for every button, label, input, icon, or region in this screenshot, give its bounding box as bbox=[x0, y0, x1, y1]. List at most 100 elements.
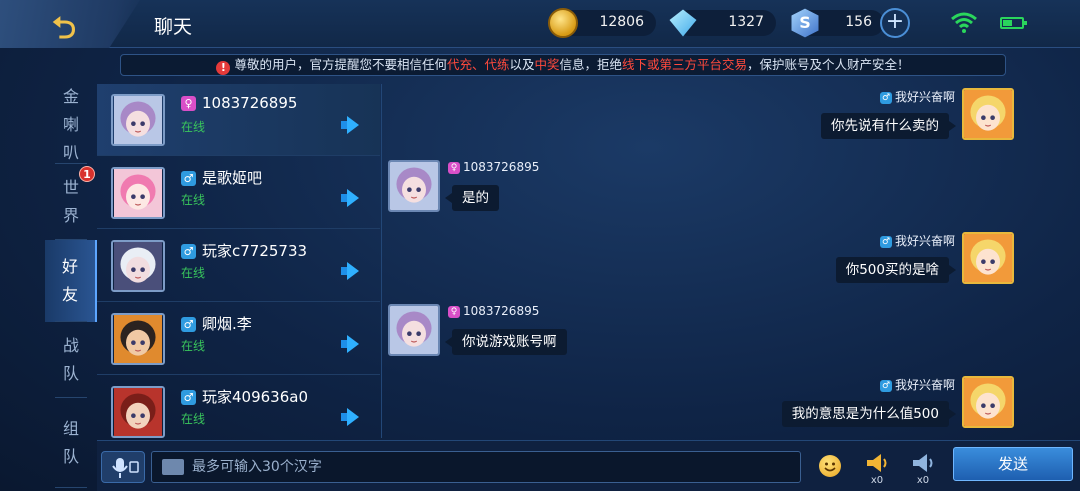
message-bubble[interactable]: 你说游戏账号啊 bbox=[445, 329, 567, 355]
female-icon: ♀ bbox=[448, 162, 460, 174]
diamond-counter: 1327 bbox=[669, 9, 776, 37]
tab-label-char: 组 bbox=[62, 419, 79, 438]
sender-name: 我好兴奋啊 bbox=[894, 378, 955, 392]
online-status: 在线 bbox=[181, 193, 206, 207]
message-bubble[interactable]: 你500买的是啥 bbox=[835, 257, 957, 283]
friend-row[interactable]: ♀ 1083726895 在线 bbox=[97, 84, 380, 156]
notice-highlight: 线下或第三方平台交易 bbox=[622, 57, 748, 72]
page-title: 聊天 bbox=[154, 16, 193, 38]
arrow-right-icon[interactable] bbox=[341, 116, 359, 134]
friend-name: ♂ 玩家c7725733 bbox=[181, 240, 307, 261]
friend-name-text: 玩家c7725733 bbox=[202, 242, 308, 260]
coupon-counter: S 156 bbox=[791, 8, 884, 38]
chat-avatar[interactable] bbox=[388, 304, 440, 356]
tab-label-char: 队 bbox=[62, 364, 79, 383]
tab-label-char: 世 bbox=[62, 178, 79, 197]
friend-name: ♂ 是歌姬吧 bbox=[181, 167, 262, 188]
microphone-icon bbox=[112, 458, 139, 478]
wifi-icon bbox=[951, 12, 977, 33]
blue-horn-icon bbox=[913, 454, 933, 472]
tab-label-char: 战 bbox=[62, 336, 79, 355]
arrow-right-icon[interactable] bbox=[341, 335, 359, 353]
emoji-button[interactable] bbox=[819, 455, 841, 477]
chat-avatar[interactable] bbox=[962, 232, 1014, 284]
tab-label-char: 喇 bbox=[62, 115, 79, 134]
friend-list: ♀ 1083726895 在线 ♂ 是歌姬吧 在线 ♂ 玩家c7725733 在线 ♂ 卿烟.李 在线… bbox=[97, 84, 380, 438]
smiley-icon bbox=[824, 462, 836, 472]
online-status: 在线 bbox=[181, 412, 206, 426]
message-bubble[interactable]: 是的 bbox=[445, 185, 499, 211]
message-sender: ♂ 我好兴奋啊 bbox=[879, 376, 955, 393]
tab-label-char: 友 bbox=[61, 285, 78, 304]
arrow-right-icon[interactable] bbox=[341, 408, 359, 426]
voice-input-button[interactable] bbox=[101, 451, 145, 483]
gold-horn-button[interactable]: x0 bbox=[863, 451, 891, 487]
male-icon: ♂ bbox=[879, 92, 892, 104]
tab-label-char: 金 bbox=[62, 87, 79, 106]
arrow-right-icon[interactable] bbox=[341, 189, 359, 207]
male-icon: ♂ bbox=[879, 380, 892, 392]
friend-name: ♂ 卿烟.李 bbox=[181, 313, 252, 334]
sender-name: 1083726895 bbox=[463, 304, 540, 318]
gold-horn-icon bbox=[867, 454, 887, 472]
send-button[interactable]: 发送 bbox=[953, 447, 1073, 481]
blue-horn-button[interactable]: x0 bbox=[909, 451, 937, 487]
chat-messages[interactable]: ♂ 我好兴奋啊 你先说有什么卖的 ♀ 1083726895 是的 ♂ 我好兴奋啊 你500买的是… bbox=[381, 84, 1080, 438]
notice-highlight: 代充、代练 bbox=[446, 57, 510, 72]
friend-row[interactable]: ♂ 玩家409636a0 在线 bbox=[97, 376, 380, 438]
sender-name: 1083726895 bbox=[463, 160, 540, 174]
friend-name-text: 玩家409636a0 bbox=[202, 388, 308, 406]
friend-row[interactable]: ♂ 是歌姬吧在线 bbox=[97, 157, 380, 229]
avatar[interactable] bbox=[111, 313, 165, 365]
coupon-icon: S bbox=[791, 8, 819, 38]
male-icon: ♂ bbox=[181, 171, 196, 186]
friend-name-text: 是歌姬吧 bbox=[202, 169, 263, 187]
chat-avatar[interactable] bbox=[962, 376, 1014, 428]
gold-counter: 12806 bbox=[548, 8, 656, 38]
notice-highlight: 中奖 bbox=[534, 57, 560, 72]
tab-label-char: 界 bbox=[62, 206, 79, 225]
chat-input[interactable]: 最多可输入30个汉字 bbox=[151, 451, 801, 483]
online-status: 在线 bbox=[181, 120, 206, 134]
tab-2[interactable]: 世界 1 bbox=[45, 164, 97, 240]
tab-label-char: 好 bbox=[61, 257, 78, 276]
back-button[interactable]: ⮌ bbox=[0, 0, 140, 48]
avatar[interactable] bbox=[111, 240, 165, 292]
message-bubble[interactable]: 你先说有什么卖的 bbox=[821, 113, 956, 139]
message-sender: ♀ 1083726895 bbox=[448, 160, 539, 174]
tab-1[interactable]: 金喇叭 bbox=[45, 86, 97, 164]
warning-icon: ! bbox=[216, 61, 231, 75]
message-sender: ♀ 1083726895 bbox=[448, 304, 539, 318]
sender-name: 我好兴奋啊 bbox=[894, 234, 955, 248]
male-icon: ♂ bbox=[181, 390, 196, 405]
friend-name-text: 1083726895 bbox=[202, 94, 298, 112]
friend-name: ♂ 玩家409636a0 bbox=[181, 386, 308, 407]
message-bubble[interactable]: 我的意思是为什么值500 bbox=[781, 401, 957, 427]
security-notice: ! 尊敬的用户，官方提醒您不要相信任何代充、代练以及中奖信息，拒绝线下或第三方平台… bbox=[120, 54, 1006, 76]
avatar[interactable] bbox=[111, 94, 165, 146]
friend-row[interactable]: ♂ 卿烟.李 在线 bbox=[97, 303, 380, 375]
chat-avatar[interactable] bbox=[962, 88, 1014, 140]
male-icon: ♂ bbox=[879, 236, 892, 248]
gold-coin-icon bbox=[548, 8, 578, 38]
tab-5[interactable]: 组队 bbox=[45, 398, 97, 488]
friend-name: ♀ 1083726895 bbox=[181, 94, 297, 112]
back-arrow-icon: ⮌ bbox=[52, 11, 77, 46]
diamond-icon bbox=[669, 9, 697, 37]
arrow-right-icon[interactable] bbox=[341, 262, 359, 280]
notice-segment: 尊敬的用户，官方提醒您不要相信任何 bbox=[234, 57, 447, 72]
avatar[interactable] bbox=[111, 167, 165, 219]
tab-divider bbox=[55, 487, 87, 488]
male-icon: ♂ bbox=[181, 244, 196, 259]
top-bar: ⮌ 聊天 12806 1327 S 156 + bbox=[0, 0, 1080, 48]
chat-avatar[interactable] bbox=[388, 160, 440, 212]
message-sender: ♂ 我好兴奋啊 bbox=[879, 88, 955, 105]
recharge-plus-button[interactable]: + bbox=[880, 8, 910, 38]
male-icon: ♂ bbox=[181, 317, 196, 332]
friend-row[interactable]: ♂ 玩家c7725733 在线 bbox=[97, 230, 380, 302]
tab-4[interactable]: 战队 bbox=[45, 322, 97, 398]
online-status: 在线 bbox=[181, 266, 206, 280]
avatar[interactable] bbox=[111, 386, 165, 438]
tab-3[interactable]: 好友 bbox=[45, 240, 97, 322]
female-icon: ♀ bbox=[181, 96, 196, 111]
